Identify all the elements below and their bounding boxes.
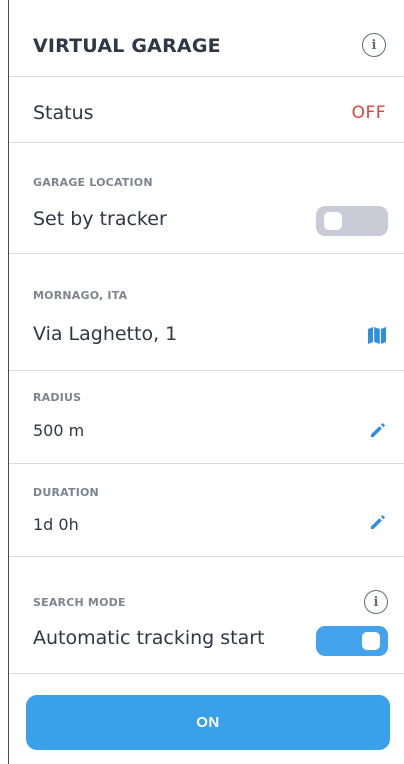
address-city-label: MORNAGO, ITA [33,289,128,302]
divider [9,76,404,77]
radius-label: RADIUS [33,391,82,404]
page-title: VIRTUAL GARAGE [33,35,221,57]
search-mode-label: SEARCH MODE [33,596,126,609]
virtual-garage-panel: VIRTUAL GARAGE i Status OFF GARAGE LOCAT… [8,0,404,764]
status-value: OFF [351,103,386,123]
edit-radius-icon[interactable] [369,421,387,439]
divider [9,142,404,143]
divider [9,673,404,674]
status-row: Status OFF [9,100,404,130]
edit-duration-icon[interactable] [369,513,387,531]
garage-location-label: GARAGE LOCATION [33,176,153,189]
set-by-tracker-label: Set by tracker [33,208,167,230]
address-section: MORNAGO, ITA Via Laghetto, 1 [9,289,404,359]
automatic-tracking-label: Automatic tracking start [33,627,265,649]
map-icon[interactable] [367,325,387,345]
info-icon[interactable]: i [362,33,386,57]
duration-section: DURATION 1d 0h [9,486,404,546]
set-by-tracker-toggle[interactable] [316,206,388,236]
toggle-knob [362,632,380,650]
on-button[interactable]: ON [26,695,390,750]
address-value: Via Laghetto, 1 [33,323,178,345]
search-mode-info-icon[interactable]: i [364,590,388,614]
header: VIRTUAL GARAGE i [9,30,404,64]
garage-location-section: GARAGE LOCATION Set by tracker [9,176,404,246]
divider [9,253,404,254]
divider [9,370,404,371]
toggle-knob [324,212,342,230]
automatic-tracking-toggle[interactable] [316,626,388,656]
search-mode-section: SEARCH MODE i Automatic tracking start [9,590,404,664]
divider [9,556,404,557]
status-label: Status [33,102,94,124]
duration-value: 1d 0h [33,515,79,534]
divider [9,463,404,464]
radius-value: 500 m [33,421,85,440]
duration-label: DURATION [33,486,99,499]
radius-section: RADIUS 500 m [9,391,404,451]
